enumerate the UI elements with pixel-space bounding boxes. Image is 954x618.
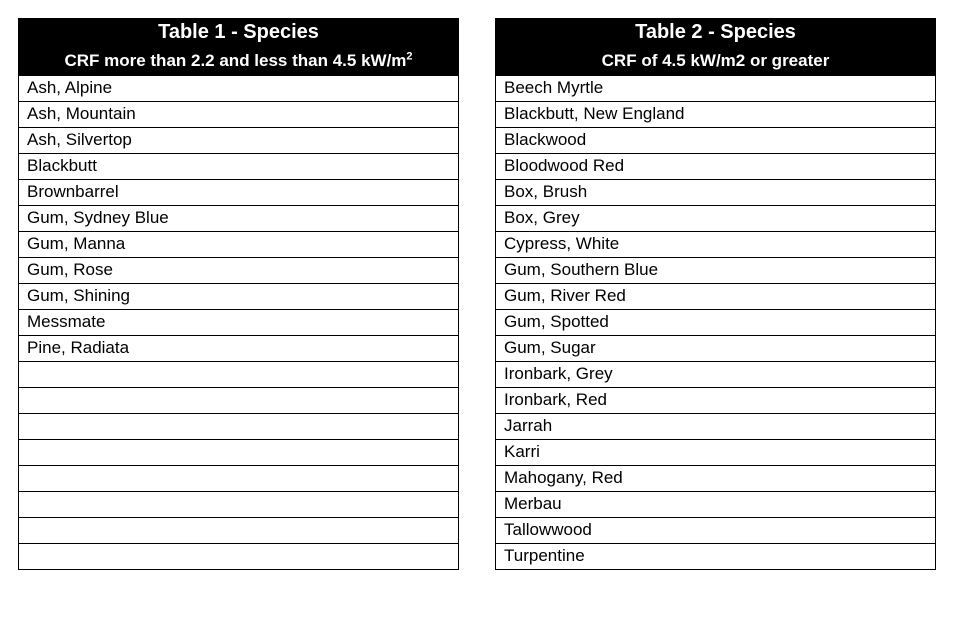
- table-row: Gum, Rose: [19, 257, 459, 283]
- table-cell: Turpentine: [496, 543, 936, 569]
- table-row: Blackbutt: [19, 153, 459, 179]
- table-row: Ash, Alpine: [19, 75, 459, 101]
- table-row: Gum, Sugar: [496, 335, 936, 361]
- table-row: Mahogany, Red: [496, 465, 936, 491]
- table-cell: Karri: [496, 439, 936, 465]
- table-cell: Ironbark, Grey: [496, 361, 936, 387]
- table-row: Jarrah: [496, 413, 936, 439]
- table-row: Gum, Southern Blue: [496, 257, 936, 283]
- table-1-subtitle-exp: 2: [406, 50, 412, 62]
- table-cell: [19, 543, 459, 569]
- table-cell: [19, 439, 459, 465]
- table-row: Gum, Shining: [19, 283, 459, 309]
- table-cell: Gum, Shining: [19, 283, 459, 309]
- table-cell: [19, 517, 459, 543]
- table-cell: Ash, Mountain: [19, 101, 459, 127]
- table-row: Turpentine: [496, 543, 936, 569]
- table-row: [19, 387, 459, 413]
- table-cell: Box, Grey: [496, 205, 936, 231]
- table-2-species: Table 2 - Species CRF of 4.5 kW/m2 or gr…: [495, 18, 936, 570]
- table-row: [19, 439, 459, 465]
- table-row: Gum, Sydney Blue: [19, 205, 459, 231]
- table-cell: Gum, Sydney Blue: [19, 205, 459, 231]
- table-2-subtitle: CRF of 4.5 kW/m2 or greater: [496, 47, 936, 76]
- table-cell: Cypress, White: [496, 231, 936, 257]
- table-cell: Blackbutt, New England: [496, 101, 936, 127]
- table-cell: Blackbutt: [19, 153, 459, 179]
- table-row: Messmate: [19, 309, 459, 335]
- table-cell: Jarrah: [496, 413, 936, 439]
- table-cell: Box, Brush: [496, 179, 936, 205]
- table-row: Brownbarrel: [19, 179, 459, 205]
- table-row: Karri: [496, 439, 936, 465]
- table-row: [19, 491, 459, 517]
- table-row: Gum, River Red: [496, 283, 936, 309]
- table-cell: Ash, Silvertop: [19, 127, 459, 153]
- table-cell: Beech Myrtle: [496, 75, 936, 101]
- table-row: Tallowwood: [496, 517, 936, 543]
- table-row: Box, Brush: [496, 179, 936, 205]
- table-row: Ash, Silvertop: [19, 127, 459, 153]
- table-1-subtitle-text: CRF more than 2.2 and less than 4.5 kW/m: [64, 51, 406, 70]
- table-row: [19, 517, 459, 543]
- table-1-body: Ash, AlpineAsh, MountainAsh, SilvertopBl…: [19, 75, 459, 569]
- table-row: [19, 361, 459, 387]
- table-row: Bloodwood Red: [496, 153, 936, 179]
- table-row: Gum, Manna: [19, 231, 459, 257]
- table-row: Ironbark, Red: [496, 387, 936, 413]
- table-cell: Brownbarrel: [19, 179, 459, 205]
- table-row: [19, 413, 459, 439]
- table-row: Pine, Radiata: [19, 335, 459, 361]
- table-2-title: Table 2 - Species: [496, 19, 936, 47]
- table-1-subtitle: CRF more than 2.2 and less than 4.5 kW/m…: [19, 47, 459, 76]
- table-2-body: Beech MyrtleBlackbutt, New EnglandBlackw…: [496, 75, 936, 569]
- table-cell: Gum, River Red: [496, 283, 936, 309]
- table-row: Blackwood: [496, 127, 936, 153]
- table-cell: [19, 387, 459, 413]
- table-row: Ironbark, Grey: [496, 361, 936, 387]
- table-row: Blackbutt, New England: [496, 101, 936, 127]
- table-cell: Tallowwood: [496, 517, 936, 543]
- table-cell: Gum, Rose: [19, 257, 459, 283]
- table-row: Gum, Spotted: [496, 309, 936, 335]
- table-row: [19, 465, 459, 491]
- table-row: [19, 543, 459, 569]
- table-cell: Bloodwood Red: [496, 153, 936, 179]
- table-cell: Blackwood: [496, 127, 936, 153]
- table-cell: [19, 465, 459, 491]
- table-row: Merbau: [496, 491, 936, 517]
- table-cell: Gum, Sugar: [496, 335, 936, 361]
- table-cell: Messmate: [19, 309, 459, 335]
- table-cell: Pine, Radiata: [19, 335, 459, 361]
- table-cell: Ironbark, Red: [496, 387, 936, 413]
- table-cell: [19, 361, 459, 387]
- table-cell: Ash, Alpine: [19, 75, 459, 101]
- tables-container: Table 1 - Species CRF more than 2.2 and …: [18, 18, 936, 570]
- table-row: Beech Myrtle: [496, 75, 936, 101]
- table-cell: Gum, Southern Blue: [496, 257, 936, 283]
- table-cell: [19, 491, 459, 517]
- table-cell: [19, 413, 459, 439]
- table-cell: Mahogany, Red: [496, 465, 936, 491]
- table-row: Box, Grey: [496, 205, 936, 231]
- table-cell: Gum, Manna: [19, 231, 459, 257]
- table-1-title: Table 1 - Species: [19, 19, 459, 47]
- table-row: Ash, Mountain: [19, 101, 459, 127]
- table-cell: Merbau: [496, 491, 936, 517]
- table-cell: Gum, Spotted: [496, 309, 936, 335]
- table-1-species: Table 1 - Species CRF more than 2.2 and …: [18, 18, 459, 570]
- table-row: Cypress, White: [496, 231, 936, 257]
